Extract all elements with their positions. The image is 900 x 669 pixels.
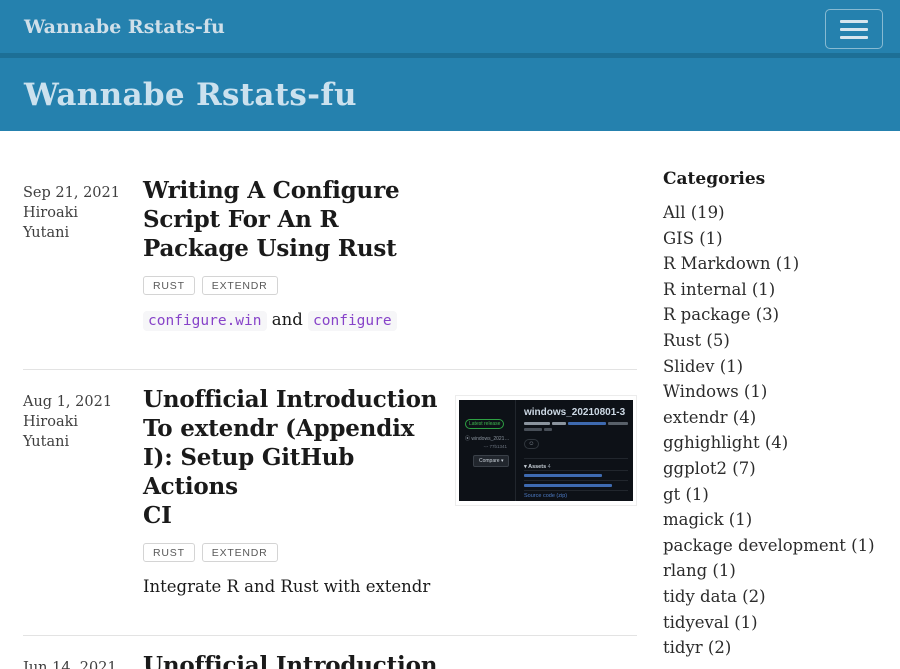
post-tag: EXTENDR [202,276,278,295]
post-list: Sep 21, 2021HiroakiYutaniWriting A Confi… [23,176,637,669]
assets-heading: ▾ Assets 4 [524,458,628,470]
compare-button: Compare ▾ [473,455,509,467]
category-item[interactable]: R Markdown (1) [663,251,877,277]
github-release-mock: Latest release ⦿ windows_2021… -◦- 77b13… [459,400,633,501]
post-date: Sep 21, 2021 [23,183,143,203]
asset-link [524,480,628,490]
site-banner: Wannabe Rstats-fu [0,58,900,131]
release-meta-line [524,422,628,425]
release-tag-label: ⦿ windows_2021… [465,435,511,442]
post-tag: EXTENDR [202,543,278,562]
post-date: Jun 14, 2021 [23,658,143,669]
post-description: Integrate R and Rust with extendr [143,575,455,599]
category-item[interactable]: rlang (1) [663,558,877,584]
post-description: configure.win and configure [143,308,455,333]
category-item[interactable]: ggplot2 (7) [663,456,877,482]
navbar: Wannabe Rstats-fu [0,0,900,58]
post-author: Yutani [23,432,143,452]
post-author: Hiroaki [23,412,143,432]
categories-sidebar: Categories All (19)GIS (1)R Markdown (1)… [663,169,877,669]
category-item[interactable]: Rust (5) [663,328,877,354]
description-text: and [267,310,309,329]
post-thumbnail[interactable]: Latest release ⦿ windows_2021… -◦- 77b13… [455,395,637,506]
latest-release-badge: Latest release [465,419,504,429]
post-author: Yutani [23,223,143,243]
category-item[interactable]: tidy data (2) [663,584,877,610]
post-tags: RUST EXTENDR [143,276,455,295]
inline-code: configure.win [143,311,267,331]
post-main: Unofficial Introduction To extendr (2): … [143,651,455,669]
inline-code: configure [308,311,397,331]
categories-heading: Categories [663,169,877,189]
post-thumb-col: Latest release ⦿ windows_2021… -◦- 77b13… [455,385,637,599]
category-item[interactable]: tidyeval (1) [663,610,877,636]
post-item[interactable]: Sep 21, 2021HiroakiYutaniWriting A Confi… [23,176,637,369]
category-item[interactable]: gt (1) [663,482,877,508]
post-meta: Sep 21, 2021HiroakiYutani [23,176,143,333]
reaction-button: ☺ [524,439,539,449]
post-meta: Aug 1, 2021HiroakiYutani [23,385,143,599]
site-title-link[interactable]: Wannabe Rstats-fu [24,16,225,38]
post-item[interactable]: Jun 14, 2021HiroakiYutaniUnofficial Intr… [23,635,637,669]
category-item[interactable]: R package (3) [663,302,877,328]
post-date: Aug 1, 2021 [23,392,143,412]
post-author: Hiroaki [23,203,143,223]
post-tag: RUST [143,276,195,295]
release-title: windows_20210801-3 [524,407,628,418]
categories-list: All (19)GIS (1)R Markdown (1)R internal … [663,200,877,661]
hamburger-icon [840,20,868,39]
post-meta: Jun 14, 2021HiroakiYutani [23,651,143,669]
category-item[interactable]: gghighlight (4) [663,430,877,456]
category-item[interactable]: Slidev (1) [663,354,877,380]
post-main: Unofficial Introduction To extendr (Appe… [143,385,455,599]
category-item[interactable]: All (19) [663,200,877,226]
source-zip-link: Source code (zip) [524,490,628,502]
menu-toggle-button[interactable] [825,9,883,49]
commit-hash-label: -◦- 77b1341 [465,444,511,449]
category-item[interactable]: tidyr (2) [663,635,877,661]
category-item[interactable]: package development (1) [663,533,877,559]
description-text: Integrate R and Rust with extendr [143,577,430,596]
category-item[interactable]: Windows (1) [663,379,877,405]
post-tag: RUST [143,543,195,562]
post-tags: RUST EXTENDR [143,543,455,562]
post-item[interactable]: Aug 1, 2021HiroakiYutaniUnofficial Intro… [23,369,637,635]
post-title-link[interactable]: Writing A Configure Script For An R Pack… [143,176,455,263]
banner-title: Wannabe Rstats-fu [24,77,357,113]
category-item[interactable]: R internal (1) [663,277,877,303]
category-item[interactable]: extendr (4) [663,405,877,431]
asset-link [524,470,628,480]
page-body: Sep 21, 2021HiroakiYutaniWriting A Confi… [0,131,900,669]
category-item[interactable]: magick (1) [663,507,877,533]
post-title-link[interactable]: Unofficial Introduction To extendr (2): … [143,651,455,669]
post-main: Writing A Configure Script For An R Pack… [143,176,455,333]
post-title-link[interactable]: Unofficial Introduction To extendr (Appe… [143,385,455,530]
category-item[interactable]: GIS (1) [663,226,877,252]
release-subline [524,428,628,431]
